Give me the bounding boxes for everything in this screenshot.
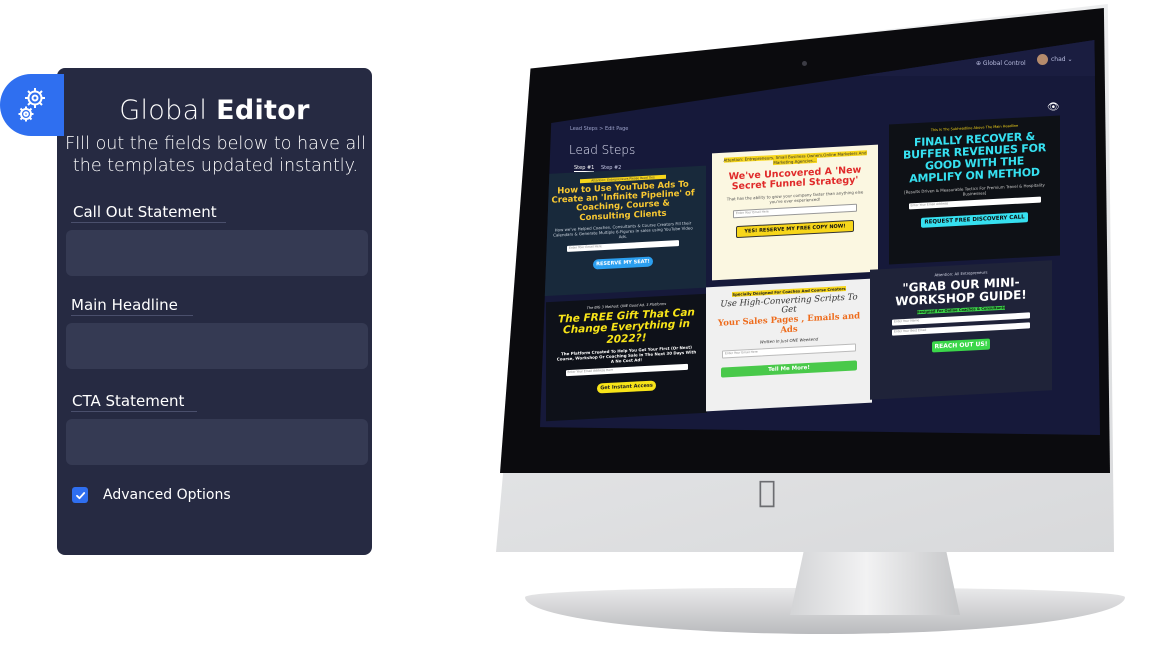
advanced-options-label: Advanced Options bbox=[103, 487, 231, 503]
cta-statement-label: CTA Statement bbox=[72, 392, 185, 410]
divider bbox=[71, 315, 193, 316]
divider bbox=[71, 411, 197, 412]
advanced-options-toggle[interactable]: Advanced Options bbox=[72, 487, 231, 503]
card-cta-button[interactable]: REACH OUT US! bbox=[931, 338, 991, 353]
user-menu[interactable]: chad ⌄ bbox=[1037, 54, 1073, 65]
camera-dot bbox=[802, 61, 807, 66]
checkbox-checked-icon[interactable] bbox=[72, 487, 88, 503]
settings-tab[interactable] bbox=[0, 74, 64, 136]
card-headline: The FREE Gift That Can Change Everything… bbox=[558, 306, 695, 346]
cta-statement-input[interactable] bbox=[66, 419, 368, 465]
card-email-input[interactable]: Enter Your Email Address bbox=[908, 196, 1041, 209]
breadcrumb: Lead Steps > Edit Page bbox=[570, 126, 629, 132]
card-cta-button[interactable]: RESERVE MY SEAT! bbox=[593, 256, 653, 270]
panel-subtitle: FIll out the fields below to have all th… bbox=[65, 134, 366, 176]
card-headline: How to Use YouTube Ads To Create an 'Inf… bbox=[551, 179, 695, 223]
template-card-scripts[interactable]: Specially Designed For Coaches And Cours… bbox=[706, 278, 872, 412]
template-card-workshop[interactable]: Attention: All Entrepreneurs "GRAB OUR M… bbox=[870, 260, 1052, 400]
panel-title: Global Editor bbox=[119, 95, 310, 126]
card-body: The Platform Created To Help You Get You… bbox=[556, 344, 697, 364]
card-cta-button[interactable]: REQUEST FREE DISCOVERY CALL bbox=[921, 211, 1028, 228]
card-email-input[interactable]: Enter Your Email Here bbox=[733, 203, 857, 218]
template-card-recover[interactable]: This Is The Subheadline Above The Main H… bbox=[889, 115, 1060, 265]
card-email-input[interactable]: Enter Your Email Here bbox=[722, 343, 856, 359]
card-email-input[interactable]: Enter Your Email Address Here bbox=[565, 363, 688, 377]
divider bbox=[71, 222, 226, 223]
user-name: chad ⌄ bbox=[1051, 56, 1073, 63]
main-headline-label: Main Headline bbox=[71, 296, 178, 314]
main-headline-input[interactable] bbox=[66, 323, 368, 369]
card-cta-button[interactable]: Tell Me More! bbox=[721, 360, 857, 378]
global-editor-panel: Global Editor FIll out the fields below … bbox=[57, 68, 372, 555]
global-control-link[interactable]: ⊕ Global Control bbox=[976, 60, 1026, 67]
template-card-funnel[interactable]: Attention: Entrepreneurs, Small Business… bbox=[712, 144, 878, 281]
apple-logo-icon:  bbox=[758, 478, 776, 508]
template-card-free-gift[interactable]: The BIG 3 Method: ONE Good Ad. 3 Platfor… bbox=[546, 293, 707, 422]
card-email-input[interactable]: Enter Your Email Here bbox=[567, 239, 679, 252]
avatar bbox=[1037, 54, 1048, 65]
page-title: Lead Steps bbox=[569, 143, 636, 157]
card-cta-button[interactable]: YES! RESERVE MY FREE COPY NOW! bbox=[736, 219, 854, 238]
preview-eye-icon[interactable]: 👁 bbox=[1047, 102, 1060, 113]
call-out-input[interactable] bbox=[66, 230, 368, 276]
gear-icon bbox=[18, 88, 45, 122]
call-out-label: Call Out Statement bbox=[73, 203, 217, 221]
card-headline: FINALLY RECOVER & BUFFER REVENUES FOR GO… bbox=[902, 129, 1047, 186]
card-cta-button[interactable]: Get Instant Access bbox=[597, 380, 656, 394]
template-card-youtube[interactable]: Attention: Entrepreneurs Please Read Thi… bbox=[540, 165, 706, 297]
